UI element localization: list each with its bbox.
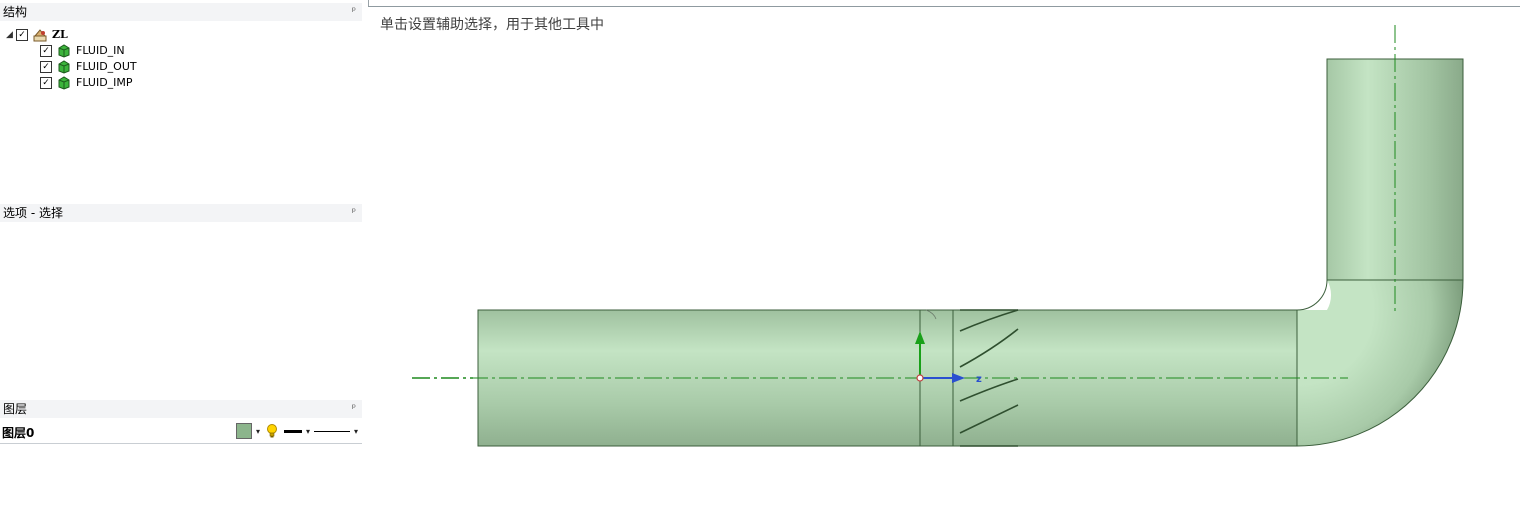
options-panel-title: 选项 - 选择 [3,206,63,220]
structure-panel-title: 结构 [3,5,28,19]
tree-node-fluid-in[interactable]: ✓ FLUID_IN [40,43,125,59]
layer-panel-header: 图层 ᵖ [0,400,362,418]
axis-label-z: z [976,374,982,385]
layer-tools: ▾ ▾ ▾ [235,423,358,439]
solid-body-icon [58,60,70,74]
assembly-icon [33,29,47,42]
tree-label-fluid-out: FLUID_OUT [76,60,137,73]
layer-name: 图层0 [2,426,35,440]
tree-label-fluid-imp: FLUID_IMP [76,76,133,89]
tree-node-fluid-imp[interactable]: ✓ FLUID_IMP [40,75,133,91]
tree-checkbox-fluid-imp[interactable]: ✓ [40,77,52,89]
pipe-elbow [1297,280,1463,446]
design-viewport[interactable]: 单击设置辅助选择，用于其他工具中 z [368,6,1520,509]
tree-checkbox-root[interactable]: ✓ [16,29,28,41]
left-panel: 结构 ᵖ ◢ ✓ ZL ✓ FLUID_IN ✓ FLUID_OUT ✓ FLU… [0,0,362,508]
tree-checkbox-fluid-in[interactable]: ✓ [40,45,52,57]
line-style-icon[interactable] [313,430,350,432]
chevron-down-icon[interactable]: ▾ [354,427,358,436]
layer-row[interactable]: 图层0 ▾ ▾ ▾ [0,421,362,444]
layer-panel-title: 图层 [3,402,28,416]
pin-icon[interactable]: ᵖ [352,400,356,418]
tree-label-root: ZL [52,28,68,41]
tree-expander-icon[interactable]: ◢ [6,27,16,43]
chevron-down-icon[interactable]: ▾ [256,427,260,436]
options-panel-header: 选项 - 选择 ᵖ [0,204,362,222]
pin-icon[interactable]: ᵖ [352,3,356,21]
pipe-model[interactable]: z [368,7,1520,509]
solid-body-icon [58,76,70,90]
solid-body-icon [58,44,70,58]
pin-icon[interactable]: ᵖ [352,204,356,222]
line-weight-icon[interactable] [283,429,302,433]
structure-panel-header: 结构 ᵖ [0,3,362,21]
layer-color-swatch[interactable] [235,423,252,439]
chevron-down-icon[interactable]: ▾ [306,427,310,436]
tree-label-fluid-in: FLUID_IN [76,44,125,57]
tree-node-fluid-out[interactable]: ✓ FLUID_OUT [40,59,137,75]
tree-node-root[interactable]: ◢ ✓ ZL [6,27,68,43]
lightbulb-icon[interactable] [264,423,280,439]
tree-checkbox-fluid-out[interactable]: ✓ [40,61,52,73]
